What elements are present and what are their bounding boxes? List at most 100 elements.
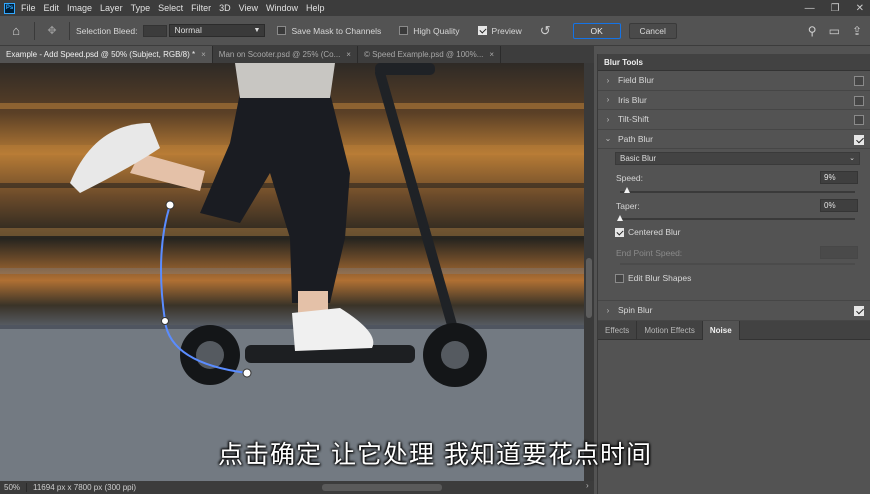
- scrollbar-thumb[interactable]: [586, 258, 592, 318]
- chevron-down-icon: ⌄: [849, 155, 855, 162]
- section-path-blur[interactable]: ⌄ Path Blur: [598, 130, 870, 149]
- selection-bleed-field[interactable]: [143, 24, 168, 37]
- chevron-right-icon[interactable]: ›: [598, 115, 618, 124]
- restore-icon[interactable]: ❐: [831, 3, 840, 14]
- window-controls: — ❐ ✕: [805, 0, 864, 16]
- section-spin-blur[interactable]: › Spin Blur: [598, 301, 870, 321]
- menu-file[interactable]: File: [21, 3, 36, 13]
- tab-man-on-scooter[interactable]: Man on Scooter.psd @ 25% (Co... ×: [213, 46, 358, 63]
- menu-help[interactable]: Help: [306, 3, 325, 13]
- share-icon[interactable]: ⇪: [852, 24, 862, 38]
- document-tabs: Example - Add Speed.psd @ 50% (Subject, …: [0, 46, 594, 63]
- tab-noise[interactable]: Noise: [702, 321, 740, 340]
- tab-label: Example - Add Speed.psd @ 50% (Subject, …: [6, 50, 196, 59]
- section-field-blur[interactable]: › Field Blur: [598, 71, 870, 91]
- video-subtitle: 点击确定 让它处理 我知道要花点时间: [218, 440, 652, 469]
- minimize-icon[interactable]: —: [805, 3, 815, 14]
- path-blur-checkbox[interactable]: [854, 134, 864, 145]
- iris-blur-checkbox[interactable]: [854, 95, 864, 106]
- close-icon[interactable]: ✕: [856, 3, 864, 14]
- speed-label: Speed:: [616, 173, 643, 183]
- field-blur-checkbox[interactable]: [854, 76, 864, 86]
- tab-speed-example[interactable]: © Speed Example.psd @ 100%... ×: [358, 46, 502, 63]
- taper-input[interactable]: 0%: [820, 199, 858, 212]
- chevron-right-icon[interactable]: ›: [598, 95, 618, 104]
- speed-slider-handle[interactable]: [623, 187, 630, 193]
- chevron-right-icon[interactable]: ›: [598, 306, 618, 315]
- section-iris-blur[interactable]: › Iris Blur: [598, 91, 870, 110]
- menu-layer[interactable]: Layer: [100, 3, 123, 13]
- options-bar: ⌂ ✥ Selection Bleed: Normal ▼ Save Mask …: [0, 16, 870, 46]
- panel-header: Blur Tools: [598, 54, 870, 71]
- menu-select[interactable]: Select: [158, 3, 183, 13]
- blur-tools-panel: Blur Tools › Field Blur › Iris Blur › Ti…: [597, 54, 870, 494]
- ok-button[interactable]: OK: [572, 22, 621, 39]
- menu-3d[interactable]: 3D: [219, 3, 231, 13]
- vertical-scrollbar[interactable]: [584, 63, 594, 481]
- section-label: Spin Blur: [618, 305, 653, 316]
- section-tilt-shift[interactable]: › Tilt-Shift: [598, 110, 870, 130]
- end-point-speed-slider: [620, 263, 855, 265]
- canvas-image: [0, 63, 584, 481]
- document-dimensions: 11694 px x 7800 px (300 ppi): [26, 483, 136, 492]
- speed-slider[interactable]: [620, 191, 855, 193]
- centered-blur-checkbox[interactable]: [615, 227, 624, 237]
- menu-image[interactable]: Image: [67, 3, 92, 13]
- preview-checkbox[interactable]: [477, 26, 487, 35]
- effects-tabs: Effects Motion Effects Noise: [598, 321, 870, 340]
- blur-mode-value: Basic Blur: [620, 154, 657, 163]
- status-arrow-icon[interactable]: ›: [586, 481, 589, 490]
- tilt-shift-checkbox[interactable]: [854, 115, 864, 125]
- document-canvas[interactable]: [0, 63, 584, 481]
- selection-bleed-label: Selection Bleed:: [76, 25, 138, 36]
- tab-label: Man on Scooter.psd @ 25% (Co...: [218, 50, 341, 59]
- workspace-icon[interactable]: ▭: [829, 24, 840, 38]
- status-bar: 50% 11694 px x 7800 px (300 ppi) ›: [0, 481, 594, 494]
- panel-title: Blur Tools: [604, 57, 643, 67]
- high-quality-label: High Quality: [413, 25, 460, 36]
- reset-icon[interactable]: ↺: [540, 23, 551, 39]
- menu-filter[interactable]: Filter: [191, 3, 211, 13]
- blend-mode-select[interactable]: Normal ▼: [169, 24, 266, 37]
- zoom-level[interactable]: 50%: [0, 483, 26, 492]
- cancel-button[interactable]: Cancel: [628, 22, 677, 39]
- tab-motion-effects[interactable]: Motion Effects: [637, 321, 703, 340]
- horizontal-scrollbar-thumb[interactable]: [322, 484, 442, 491]
- spin-blur-checkbox[interactable]: [854, 306, 864, 316]
- divider: [69, 21, 70, 40]
- edit-blur-shapes-checkbox[interactable]: [615, 273, 624, 283]
- taper-slider[interactable]: [620, 218, 855, 220]
- taper-slider-handle[interactable]: [616, 215, 623, 221]
- close-tab-icon[interactable]: ×: [201, 50, 206, 59]
- section-label: Field Blur: [618, 75, 654, 86]
- menu-window[interactable]: Window: [266, 3, 298, 13]
- speed-input[interactable]: 9%: [820, 171, 858, 184]
- edit-blur-shapes-label: Edit Blur Shapes: [628, 273, 692, 283]
- centered-blur-option[interactable]: Centered Blur: [615, 227, 680, 237]
- close-tab-icon[interactable]: ×: [346, 50, 351, 59]
- menu-view[interactable]: View: [239, 3, 258, 13]
- blend-mode-value: Normal: [174, 25, 202, 35]
- chevron-down-icon: ▼: [253, 27, 261, 34]
- end-point-speed-label: End Point Speed:: [616, 248, 683, 258]
- tab-label: © Speed Example.psd @ 100%...: [363, 50, 484, 59]
- preview-label: Preview: [491, 25, 522, 36]
- close-tab-icon[interactable]: ×: [489, 50, 494, 59]
- divider: [34, 21, 35, 40]
- home-icon[interactable]: ⌂: [4, 23, 28, 38]
- high-quality-checkbox[interactable]: [399, 26, 409, 35]
- blur-mode-select[interactable]: Basic Blur ⌄: [615, 152, 860, 165]
- path-blur-settings: Basic Blur ⌄ Speed: 9% Taper: 0% Centere…: [598, 149, 870, 301]
- edit-blur-shapes-option[interactable]: Edit Blur Shapes: [615, 273, 691, 283]
- menu-edit[interactable]: Edit: [44, 3, 60, 13]
- pin-tool-icon[interactable]: ✥: [41, 24, 63, 37]
- menu-type[interactable]: Type: [131, 3, 151, 13]
- save-mask-label: Save Mask to Channels: [291, 25, 382, 36]
- chevron-down-icon[interactable]: ⌄: [598, 134, 618, 143]
- tab-example-add-speed[interactable]: Example - Add Speed.psd @ 50% (Subject, …: [0, 46, 213, 63]
- section-label: Path Blur: [618, 133, 653, 144]
- search-icon[interactable]: ⚲: [808, 24, 817, 38]
- save-mask-checkbox[interactable]: [277, 26, 287, 35]
- chevron-right-icon[interactable]: ›: [598, 76, 618, 85]
- tab-effects[interactable]: Effects: [598, 321, 638, 340]
